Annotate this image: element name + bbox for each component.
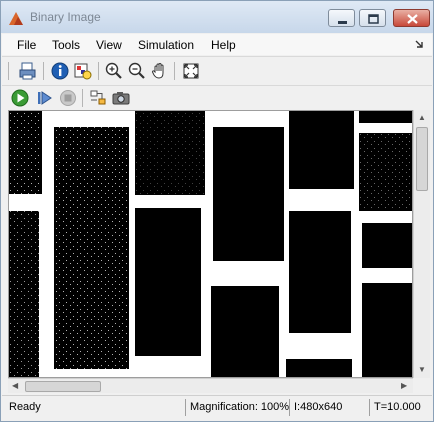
toolbar-separator [174, 62, 175, 80]
binary-image-display[interactable] [8, 110, 413, 378]
binary-image-window: Binary Image File Tools View Simulation … [0, 0, 434, 422]
horizontal-scroll-thumb[interactable] [25, 381, 101, 392]
pan-hand-icon[interactable] [150, 61, 170, 81]
menu-simulation[interactable]: Simulation [138, 38, 194, 52]
toolbar-separator [43, 62, 44, 80]
stop-icon[interactable] [58, 88, 78, 108]
close-icon [407, 14, 418, 24]
scroll-left-arrow-icon[interactable]: ◀ [12, 381, 18, 390]
toolbar-grip [8, 62, 9, 80]
minimize-icon [338, 21, 347, 24]
magnification-status: Magnification: 100% [185, 399, 289, 416]
vertical-scroll-thumb[interactable] [416, 127, 428, 191]
maximize-button[interactable] [359, 9, 386, 27]
simulation-time-status: T=10.000 [369, 399, 432, 416]
scroll-up-arrow-icon[interactable]: ▲ [418, 113, 426, 122]
menu-view[interactable]: View [96, 38, 122, 52]
vertical-scrollbar[interactable]: ▲ ▼ [413, 110, 430, 378]
menu-help[interactable]: Help [211, 38, 236, 52]
menu-bar: File Tools View Simulation Help [2, 34, 432, 55]
simulink-app-icon [9, 12, 23, 25]
scroll-down-arrow-icon[interactable]: ▼ [418, 365, 426, 374]
window-title: Binary Image [30, 10, 101, 24]
image-size-status: I:480x640 [289, 399, 369, 416]
run-icon[interactable] [10, 88, 30, 108]
status-bar: Ready Magnification: 100% I:480x640 T=10… [2, 395, 432, 420]
menu-file[interactable]: File [17, 38, 36, 52]
close-button[interactable] [393, 9, 430, 27]
scroll-right-arrow-icon[interactable]: ▶ [401, 381, 407, 390]
undock-arrow-icon[interactable] [414, 39, 424, 49]
simulation-toolbar [2, 85, 432, 111]
toolbar-separator [82, 89, 83, 107]
binary-image [9, 111, 412, 377]
menu-tools[interactable]: Tools [52, 38, 80, 52]
step-forward-icon[interactable] [35, 88, 55, 108]
horizontal-scrollbar[interactable]: ◀ ▶ [8, 378, 413, 393]
print-icon[interactable] [18, 61, 38, 81]
zoom-in-icon[interactable] [104, 61, 124, 81]
maximize-icon [368, 14, 379, 24]
minimize-button[interactable] [328, 9, 355, 27]
fit-to-view-icon[interactable] [181, 61, 201, 81]
image-info-icon[interactable] [73, 61, 93, 81]
info-icon[interactable] [50, 61, 70, 81]
highlight-model-icon[interactable] [88, 88, 108, 108]
toolbar-separator [98, 62, 99, 80]
image-toolbar [2, 56, 432, 85]
snapshot-camera-icon[interactable] [111, 88, 131, 108]
title-bar: Binary Image [1, 1, 433, 33]
status-text: Ready [9, 401, 41, 413]
zoom-out-icon[interactable] [127, 61, 147, 81]
